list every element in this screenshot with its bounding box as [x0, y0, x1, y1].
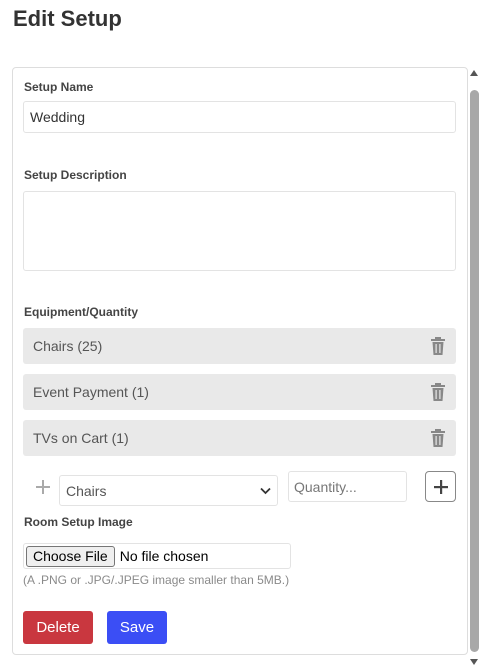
equipment-label: Equipment/Quantity — [24, 305, 138, 319]
equipment-item: TVs on Cart (1) — [23, 420, 456, 456]
scroll-down-arrow-icon[interactable] — [470, 659, 478, 665]
equipment-select[interactable]: Chairs — [59, 475, 278, 506]
setup-name-label: Setup Name — [24, 80, 94, 94]
scrollbar-thumb[interactable] — [470, 90, 479, 652]
save-button[interactable]: Save — [107, 611, 167, 644]
equipment-item-label: TVs on Cart (1) — [33, 430, 129, 446]
choose-file-button[interactable]: Choose File — [26, 545, 115, 567]
setup-form-card: Setup Name Setup Description Equipment/Q… — [12, 67, 468, 655]
setup-description-label: Setup Description — [24, 168, 127, 182]
add-equipment-button[interactable] — [425, 471, 456, 502]
trash-icon[interactable] — [430, 383, 446, 401]
file-input[interactable]: Choose File No file chosen — [23, 543, 291, 569]
page-title: Edit Setup — [13, 6, 122, 31]
chevron-down-icon — [260, 487, 271, 495]
scroll-up-arrow-icon[interactable] — [470, 70, 478, 76]
equipment-item: Event Payment (1) — [23, 374, 456, 410]
room-setup-image-label: Room Setup Image — [24, 515, 133, 529]
plus-icon — [433, 479, 448, 494]
quantity-input[interactable] — [288, 471, 407, 502]
file-status: No file chosen — [119, 548, 209, 564]
equipment-item: Chairs (25) — [23, 328, 456, 364]
equipment-item-label: Event Payment (1) — [33, 384, 149, 400]
setup-description-textarea[interactable] — [23, 191, 456, 271]
equipment-select-value: Chairs — [66, 482, 107, 499]
delete-button[interactable]: Delete — [23, 611, 93, 644]
trash-icon[interactable] — [430, 429, 446, 447]
scrollbar[interactable] — [468, 70, 480, 665]
trash-icon[interactable] — [430, 337, 446, 355]
equipment-item-label: Chairs (25) — [33, 338, 103, 354]
plus-icon — [36, 480, 50, 494]
setup-name-input[interactable] — [23, 101, 456, 133]
file-hint: (A .PNG or .JPG/.JPEG image smaller than… — [23, 573, 290, 587]
